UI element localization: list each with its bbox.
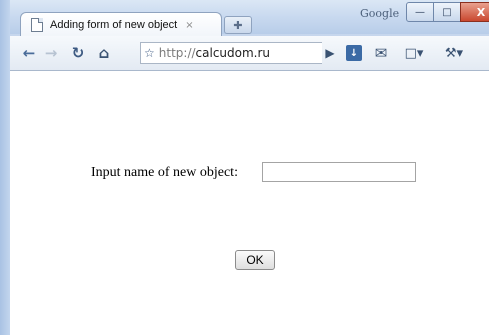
ok-button[interactable]: OK [235,250,275,270]
tab-active[interactable]: Adding form of new object × [20,12,222,37]
star-icon[interactable]: ☆ [144,46,155,60]
object-name-input[interactable] [262,162,416,182]
download-icon[interactable]: ↓ [346,45,362,61]
forward-icon[interactable]: → [42,42,60,64]
page-icon [31,18,43,32]
page-menu-icon[interactable]: □▾ [400,42,428,64]
url-host: calcudom.ru [195,46,271,60]
profile-label: Google [360,7,400,20]
back-icon[interactable]: ← [20,42,38,64]
mail-icon[interactable]: ✉ [370,42,392,64]
maximize-button[interactable]: □ [433,2,461,22]
url-scheme: http:// [158,46,196,60]
tab-title: Adding form of new object [50,19,178,31]
home-icon[interactable]: ⌂ [94,42,114,64]
play-icon[interactable]: ▶ [322,42,338,64]
page-content: Input name of new object: OK [10,71,489,335]
object-name-label: Input name of new object: [91,165,238,180]
reload-icon[interactable]: ↻ [68,42,88,64]
tab-close-icon[interactable]: × [185,20,193,31]
address-bar[interactable]: ☆ http://calcudom.ru [140,42,322,64]
window-left-border [0,0,10,335]
window-controls: — □ X [406,2,489,22]
wrench-icon[interactable]: ⚒▾ [440,42,468,64]
minimize-button[interactable]: — [406,2,434,22]
browser-toolbar: ← → ↻ ⌂ ☆ http://calcudom.ru ▶ ↓ ✉ □▾ ⚒▾ [10,36,489,71]
new-tab-button[interactable]: ✚ [224,16,252,34]
browser-window: Google — □ X Adding form of new object ×… [0,0,489,335]
close-window-button[interactable]: X [460,2,489,22]
